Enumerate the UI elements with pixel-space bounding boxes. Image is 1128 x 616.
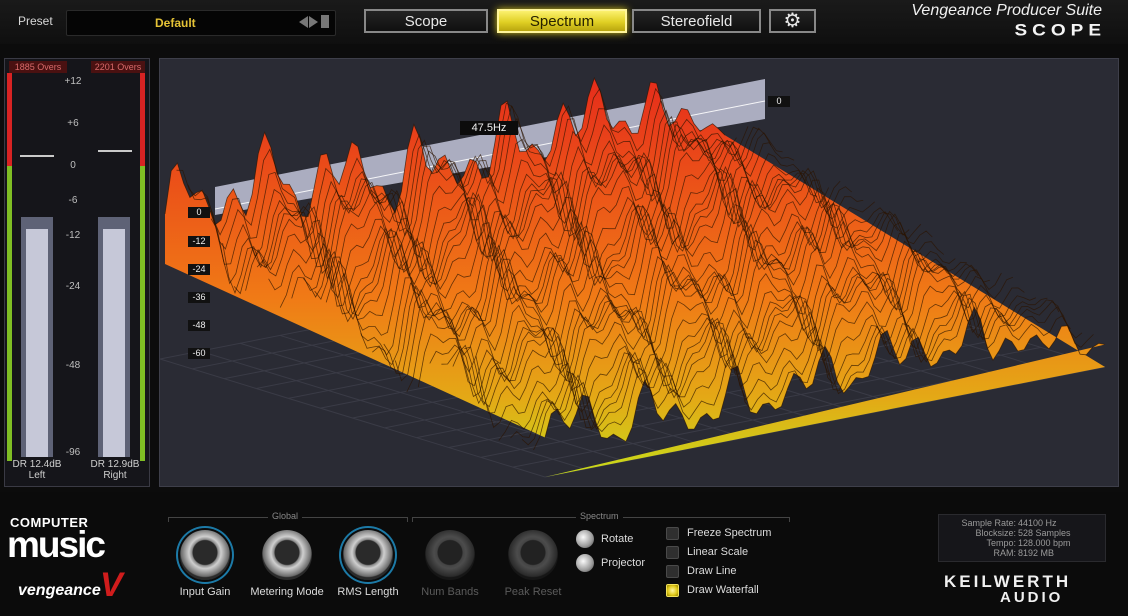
db-label: -12 (188, 236, 210, 247)
left-level-bar (21, 217, 53, 457)
global-group-title: Global (268, 511, 303, 521)
left-dr-readout: DR 12.4dB Left (7, 459, 67, 481)
right-peak-marker (98, 150, 132, 152)
gear-icon: ⚙ (783, 10, 802, 32)
computer-music-logo: music (7, 524, 106, 565)
preset-value: Default (155, 16, 196, 30)
scale-label: +6 (67, 118, 79, 129)
top-bar: Preset Default Scope Spectrum Stereofiel… (0, 0, 1128, 44)
waterfall-surface (165, 78, 1105, 477)
preset-prev-icon[interactable] (299, 15, 308, 28)
rotate-label: Rotate (601, 533, 634, 545)
spectrum-group-title: Spectrum (576, 511, 623, 521)
preset-nav (299, 15, 329, 28)
level-meters: 1885 Overs 2201 Overs +12 +6 0 -6 -12 -2… (4, 58, 150, 487)
projector-knob[interactable] (576, 554, 594, 572)
linear-scale-toggle[interactable] (666, 546, 679, 559)
waterfall-graph (160, 76, 1106, 478)
info-blocksize: Blocksize: 528 Samples (975, 528, 1071, 538)
left-channel-label: Left (28, 470, 46, 481)
preset-selector[interactable]: Default (66, 10, 336, 36)
cursor-frequency-label: 47.5Hz (460, 121, 518, 135)
db-label: 0 (188, 207, 210, 218)
db-label: -36 (188, 292, 210, 303)
db-label: -60 (188, 348, 210, 359)
draw-line-label: Draw Line (687, 565, 737, 577)
rms-length-knob[interactable] (343, 530, 393, 580)
freeze-spectrum-label: Freeze Spectrum (687, 527, 772, 539)
system-info-panel: Sample Rate: 44100 Hz Blocksize: 528 Sampl… (938, 514, 1106, 562)
scale-label: -96 (65, 447, 81, 458)
keilwerth-audio-logo: AUDIO (1000, 589, 1064, 606)
preset-menu-icon[interactable] (321, 15, 329, 28)
top-right-db-label: 0 (768, 96, 790, 107)
freeze-spectrum-toggle[interactable] (666, 527, 679, 540)
peak-reset-label: Peak Reset (504, 586, 562, 598)
num-bands-knob[interactable] (425, 530, 475, 580)
info-sample-rate: Sample Rate: 44100 Hz (961, 518, 1057, 528)
linear-scale-label: Linear Scale (687, 546, 749, 558)
right-level-bar (98, 217, 130, 457)
scale-label: -24 (65, 281, 81, 292)
peak-reset-knob[interactable] (508, 530, 558, 580)
scope-logo: SCOPE (1014, 21, 1106, 40)
rms-length-label: RMS Length (337, 586, 399, 598)
spectrum-waterfall-view[interactable]: 0 -12 -24 -36 -48 -60 0 47.5Hz (159, 58, 1119, 487)
num-bands-label: Num Bands (421, 586, 479, 598)
info-tempo: Tempo: 128.000 bpm (986, 538, 1071, 548)
right-overs-counter[interactable]: 2201 Overs (91, 61, 145, 73)
preset-label: Preset (18, 14, 53, 28)
preset-next-icon[interactable] (309, 15, 318, 28)
left-dr-value: DR 12.4dB (12, 459, 62, 470)
tab-spectrum[interactable]: Spectrum (497, 9, 627, 33)
input-gain-knob[interactable] (180, 530, 230, 580)
rotate-knob[interactable] (576, 530, 594, 548)
scale-label: -12 (65, 230, 81, 241)
left-overs-counter[interactable]: 1885 Overs (9, 61, 67, 73)
tab-scope[interactable]: Scope (364, 9, 488, 33)
draw-line-toggle[interactable] (666, 565, 679, 578)
db-label: -24 (188, 264, 210, 275)
metering-mode-label: Metering Mode (250, 586, 324, 598)
scale-label: -6 (68, 195, 78, 206)
suite-title: Vengeance Producer Suite (911, 2, 1102, 19)
vengeance-v-logo: V (100, 566, 123, 604)
scale-label: 0 (70, 160, 76, 171)
scale-label: -48 (65, 360, 81, 371)
tab-stereofield[interactable]: Stereofield (632, 9, 761, 33)
left-peak-marker (20, 155, 54, 157)
right-dr-value: DR 12.9dB (90, 459, 140, 470)
draw-waterfall-toggle[interactable] (666, 584, 679, 597)
scale-label: +12 (64, 76, 82, 87)
input-gain-label: Input Gain (179, 586, 231, 598)
db-label: -48 (188, 320, 210, 331)
info-ram: RAM: 8192 MB (993, 548, 1055, 558)
projector-label: Projector (601, 557, 646, 569)
right-dr-readout: DR 12.9dB Right (85, 459, 145, 481)
metering-mode-knob[interactable] (262, 530, 312, 580)
settings-button[interactable]: ⚙ (769, 9, 816, 33)
draw-waterfall-label: Draw Waterfall (687, 584, 759, 596)
right-channel-label: Right (103, 470, 127, 481)
vengeance-logo: vengeance (18, 582, 101, 599)
